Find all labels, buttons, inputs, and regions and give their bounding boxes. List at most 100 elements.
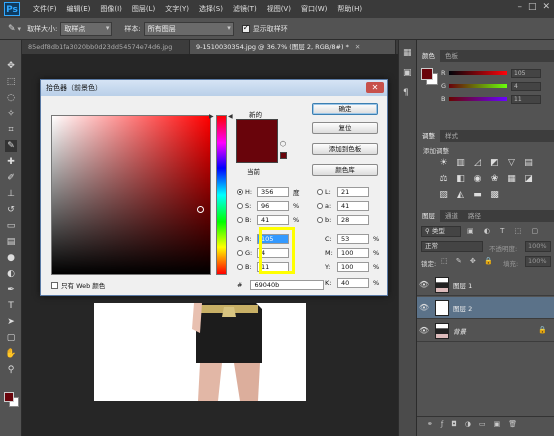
color-balance-icon[interactable]: ⚖ [437,173,450,185]
lab-b-input[interactable]: 28 [337,214,369,225]
folder-icon[interactable]: ▭ [479,420,494,428]
dodge-tool-icon[interactable]: ◐ [5,268,17,280]
foreground-color-swatch[interactable] [4,392,14,402]
type-tool-icon[interactable]: T [5,300,17,312]
hand-tool-icon[interactable]: ✋ [5,348,17,360]
gradient-tool-icon[interactable]: ▤ [5,236,17,248]
red-radio[interactable] [237,235,243,242]
menu-layer[interactable]: 图层(L) [127,4,160,14]
slider-red-value[interactable]: 105 [511,68,541,78]
sample-size-select[interactable]: 取样点 [60,21,113,36]
levels-icon[interactable]: ▥ [454,157,467,169]
tab-adjustments[interactable]: 调整 [417,130,440,142]
brightness-icon[interactable]: ☀ [437,157,450,169]
eyedropper-tool-icon[interactable]: ✎ [8,24,16,34]
slider-red-track[interactable] [449,71,507,75]
slider-red[interactable]: R 105 [441,68,553,78]
menu-edit[interactable]: 编辑(E) [62,4,96,14]
current-color-swatch[interactable] [236,141,278,163]
eye-icon[interactable]: 👁 [417,303,431,312]
brush-tool-icon[interactable]: ✐ [5,172,17,184]
layer-filter-select[interactable]: ⚲ 类型 [421,226,461,237]
tab-styles[interactable]: 样式 [440,130,463,142]
lock-icons[interactable]: ⬚ ✎ ✥ 🔒 [441,257,496,265]
layer-name[interactable]: 背景 [453,326,466,336]
lab-a-radio[interactable] [317,202,323,209]
hex-input[interactable]: 69040b [250,279,325,290]
dialog-close-button[interactable]: ✕ [366,82,384,93]
hue-slider[interactable] [216,115,227,275]
tab-swatches[interactable]: 色板 [440,50,463,62]
yellow-input[interactable]: 100 [337,261,369,272]
menu-view[interactable]: 视图(V) [262,4,296,14]
menu-type[interactable]: 文字(Y) [160,4,194,14]
quick-select-tool-icon[interactable]: ✧ [5,108,17,120]
web-safe-cube-icon[interactable]: ⬡ [280,140,286,148]
layer-filter-icons[interactable]: ▣ ◐ T ⬚ ▢ [467,227,542,235]
crop-tool-icon[interactable]: ⌗ [5,124,17,136]
dialog-title-bar[interactable]: 拾色器（前景色） ✕ [41,80,387,96]
web-only-checkbox[interactable] [51,281,58,289]
eraser-tool-icon[interactable]: ▭ [5,220,17,232]
panel-foreground-swatch[interactable] [421,68,433,80]
tab-layers[interactable]: 图层 [417,210,440,222]
document-tab-active[interactable]: 9-1510030354.jpg @ 36.7% (图层 2, RGB/8#) … [190,40,396,54]
properties-icon[interactable]: ▣ [403,68,412,78]
fill-input[interactable]: 100% [525,256,551,267]
slider-blue-value[interactable]: 11 [511,94,541,104]
opacity-input[interactable]: 100% [525,241,551,252]
photo-filter-icon[interactable]: ◉ [471,173,484,185]
hue-saturation-icon[interactable]: ▤ [522,157,535,169]
lab-a-input[interactable]: 41 [337,200,369,211]
brightness-input[interactable]: 41 [257,214,289,225]
menu-image[interactable]: 图像(I) [95,4,127,14]
posterize-icon[interactable]: ▧ [437,189,450,201]
tab-color[interactable]: 颜色 [417,50,440,62]
close-icon[interactable]: ✕ [542,2,550,12]
layer-row[interactable]: 👁 背景 🔒 [417,320,554,342]
shape-tool-icon[interactable]: ▢ [5,332,17,344]
exposure-icon[interactable]: ◩ [488,157,501,169]
color-field-ring[interactable] [197,206,204,213]
slider-blue-track[interactable] [449,97,507,101]
slider-green-value[interactable]: 4 [511,81,541,91]
document-image[interactable] [94,303,306,401]
ok-button[interactable]: 确定 [312,103,378,115]
hue-input[interactable]: 356 [257,186,289,197]
magenta-input[interactable]: 100 [337,247,369,258]
slider-blue[interactable]: B 11 [441,94,553,104]
sample-select[interactable]: 所有图层 [143,21,234,36]
add-to-swatches-button[interactable]: 添加到色板 [312,143,378,155]
color-lookup-icon[interactable]: ▦ [505,173,518,185]
trash-icon[interactable]: 🗑 [508,420,525,428]
maximize-icon[interactable]: □ [528,2,537,12]
tab-paths[interactable]: 路径 [463,210,486,222]
color-libraries-button[interactable]: 颜色库 [312,164,378,176]
cyan-input[interactable]: 53 [337,233,369,244]
vibrance-icon[interactable]: ▽ [505,157,518,169]
color-field[interactable] [51,115,211,275]
hue-arrow-right-icon[interactable]: ◀ [228,113,233,120]
clone-stamp-tool-icon[interactable]: ⊥ [5,188,17,200]
eyedropper-tool-icon[interactable]: ✎ [5,140,17,152]
close-tab-icon[interactable]: ✕ [355,43,360,51]
layer-name[interactable]: 图层 1 [453,280,472,290]
tool-preset-arrow-icon[interactable]: ▾ [18,25,22,33]
menu-filter[interactable]: 滤镜(T) [228,4,262,14]
invert-icon[interactable]: ◪ [522,173,535,185]
hue-arrow-left-icon[interactable]: ▶ [209,113,214,120]
new-layer-icon[interactable]: ▣ [494,420,509,428]
healing-brush-tool-icon[interactable]: ✚ [5,156,17,168]
slider-green-track[interactable] [449,84,507,88]
eye-icon[interactable]: 👁 [417,280,431,289]
saturation-input[interactable]: 96 [257,200,289,211]
document-tab[interactable]: 85edf8db1fa3020bb0d23dd54574e74d6.jpg [22,40,190,54]
blend-mode-select[interactable]: 正常 [421,241,483,252]
layer-row[interactable]: 👁 图层 1 [417,274,554,296]
lab-l-input[interactable]: 21 [337,186,369,197]
adjustment-icon[interactable]: ◑ [465,420,479,428]
black-white-icon[interactable]: ◧ [454,173,467,185]
show-ring-checkbox[interactable] [241,23,250,33]
hue-radio[interactable] [237,188,243,195]
lab-b-radio[interactable] [317,216,323,223]
